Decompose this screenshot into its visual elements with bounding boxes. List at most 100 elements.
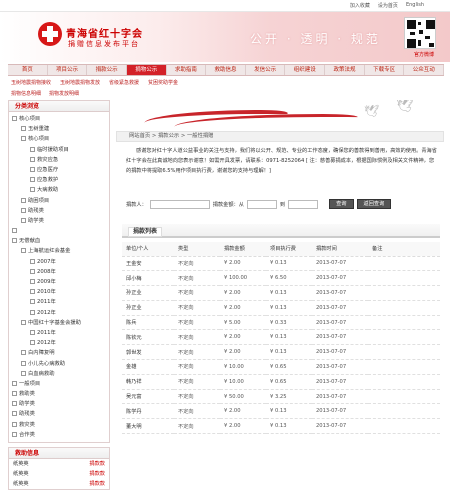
tree-item[interactable]: 上海航运红会基金 xyxy=(12,246,109,256)
expand-icon[interactable] xyxy=(12,391,17,397)
expand-icon[interactable] xyxy=(21,217,26,223)
expand-icon[interactable] xyxy=(21,370,26,376)
column-header: 捐款金额 xyxy=(220,242,266,257)
expand-icon[interactable] xyxy=(30,289,35,295)
tree-item[interactable]: 2008年 xyxy=(12,267,109,277)
tree-item-label: 救灾类 xyxy=(19,421,35,428)
tree-item[interactable]: 2009年 xyxy=(12,277,109,287)
tree-item[interactable]: 玉树重建 xyxy=(12,124,109,134)
tree-item[interactable]: 2011年 xyxy=(12,328,109,338)
tree-item[interactable]: 白内障复明 xyxy=(12,348,109,358)
reset-query-button[interactable]: 返回查询 xyxy=(356,199,392,209)
nav-item[interactable]: 下载专区 xyxy=(365,65,405,75)
expand-icon[interactable] xyxy=(21,197,26,203)
tree-item[interactable]: 一般项目 xyxy=(12,379,109,389)
expand-icon[interactable] xyxy=(30,279,35,284)
expand-icon[interactable] xyxy=(30,309,35,315)
expand-icon[interactable] xyxy=(30,177,35,183)
amount-to-input[interactable] xyxy=(288,199,319,209)
tree-item[interactable]: 无偿献血 xyxy=(12,236,109,246)
expand-icon[interactable] xyxy=(30,156,35,162)
tree-item[interactable]: 助困项目 xyxy=(12,196,109,206)
table-cell: 2013-07-07 xyxy=(312,418,368,435)
red-cross-logo[interactable] xyxy=(38,22,62,46)
sub-link[interactable]: 玉树地震捐物发放 xyxy=(60,79,100,88)
expand-icon[interactable] xyxy=(30,187,35,193)
tree-item[interactable]: 助学类 xyxy=(12,216,109,226)
donor-input[interactable] xyxy=(149,199,210,209)
expand-icon[interactable] xyxy=(30,258,35,264)
expand-icon[interactable] xyxy=(30,268,35,274)
expand-icon[interactable] xyxy=(12,401,17,407)
tree-item[interactable]: 白血病救助 xyxy=(12,369,109,379)
expand-icon[interactable] xyxy=(12,421,17,427)
sub-link[interactable]: 捐物发放明细 xyxy=(49,90,79,99)
donor-row[interactable]: 纸英英 捐款款 xyxy=(9,479,109,489)
expand-icon[interactable] xyxy=(12,116,17,121)
nav-item[interactable]: 首页 xyxy=(8,65,48,75)
expand-icon[interactable] xyxy=(21,360,26,366)
tree-item[interactable]: 应急救护 xyxy=(12,175,109,185)
nav-item[interactable]: 发信公示 xyxy=(246,65,286,75)
tree-item[interactable]: 救灾应急 xyxy=(12,155,109,165)
tree-item[interactable]: 大病救助 xyxy=(12,185,109,195)
sub-link[interactable]: 玉树地震捐物接收 xyxy=(11,79,51,88)
expand-icon[interactable] xyxy=(12,228,17,234)
expand-icon[interactable] xyxy=(30,299,35,305)
tree-item[interactable]: 助残类 xyxy=(12,409,109,419)
nav-item[interactable]: 求助指南 xyxy=(167,65,207,75)
expand-icon[interactable] xyxy=(30,329,35,335)
tree-item[interactable]: 中国红十字基金会援助 xyxy=(12,318,109,328)
add-favorite-link[interactable]: 加入收藏 xyxy=(350,2,370,9)
expand-icon[interactable] xyxy=(21,126,26,132)
tree-item[interactable]: 核心项目 xyxy=(12,114,109,124)
tree-item[interactable]: 2012年 xyxy=(12,338,109,348)
tree-item[interactable]: 2007年 xyxy=(12,257,109,267)
nav-item[interactable]: 捐物公示 xyxy=(126,65,167,75)
sub-link[interactable]: 省级紧急救援 xyxy=(109,79,139,88)
tree-item[interactable]: 助学类 xyxy=(12,399,109,409)
tree-item[interactable]: 救助类 xyxy=(12,389,109,399)
english-link[interactable]: English xyxy=(406,2,424,9)
to-label: 到 xyxy=(279,201,286,208)
table-cell xyxy=(368,389,440,405)
tree-item[interactable]: 合作类 xyxy=(12,430,109,440)
query-button[interactable]: 查询 xyxy=(329,199,354,209)
nav-item[interactable]: 组织建设 xyxy=(285,65,326,75)
expand-icon[interactable] xyxy=(30,340,35,346)
expand-icon[interactable] xyxy=(12,411,17,417)
tree-item[interactable]: 小儿先心病救助 xyxy=(12,359,109,369)
tree-item[interactable]: 临时援助项目 xyxy=(12,145,109,155)
tree-item[interactable]: 应急医疗 xyxy=(12,165,109,175)
nav-item[interactable]: 政策法规 xyxy=(325,65,365,75)
expand-icon[interactable] xyxy=(21,350,26,356)
tree-item[interactable] xyxy=(12,226,109,236)
nav-item[interactable]: 项目公示 xyxy=(48,65,88,75)
expand-icon[interactable] xyxy=(21,248,26,254)
expand-icon[interactable] xyxy=(12,431,17,437)
sub-link[interactable]: 贫困奖助学金 xyxy=(148,79,178,88)
donor-amount: 捐款款 xyxy=(89,471,105,477)
expand-icon[interactable] xyxy=(21,207,26,213)
nav-item[interactable]: 公众互动 xyxy=(404,65,445,75)
expand-icon[interactable] xyxy=(12,380,17,386)
table-cell xyxy=(368,285,440,301)
tree-item[interactable]: 2012年 xyxy=(12,308,109,318)
expand-icon[interactable] xyxy=(30,146,35,152)
amount-from-input[interactable] xyxy=(246,199,277,209)
table-cell: 陈钦元 xyxy=(122,329,174,346)
tree-item[interactable]: 救灾类 xyxy=(12,420,109,430)
expand-icon[interactable] xyxy=(21,136,26,142)
tree-item[interactable]: 核心项目 xyxy=(12,134,109,144)
set-homepage-link[interactable]: 设为首页 xyxy=(378,2,398,9)
donor-row[interactable]: 纸英英 捐款款 xyxy=(9,469,109,479)
expand-icon[interactable] xyxy=(21,319,26,325)
nav-item[interactable]: 捐款公示 xyxy=(87,65,127,75)
sub-link[interactable]: 捐物信息明细 xyxy=(11,90,41,99)
tree-item[interactable]: 助残类 xyxy=(12,206,109,216)
expand-icon[interactable] xyxy=(12,238,17,244)
nav-item[interactable]: 救助信息 xyxy=(206,65,246,75)
tree-item[interactable]: 2011年 xyxy=(12,297,109,307)
tree-item[interactable]: 2010年 xyxy=(12,287,109,297)
expand-icon[interactable] xyxy=(30,166,35,172)
